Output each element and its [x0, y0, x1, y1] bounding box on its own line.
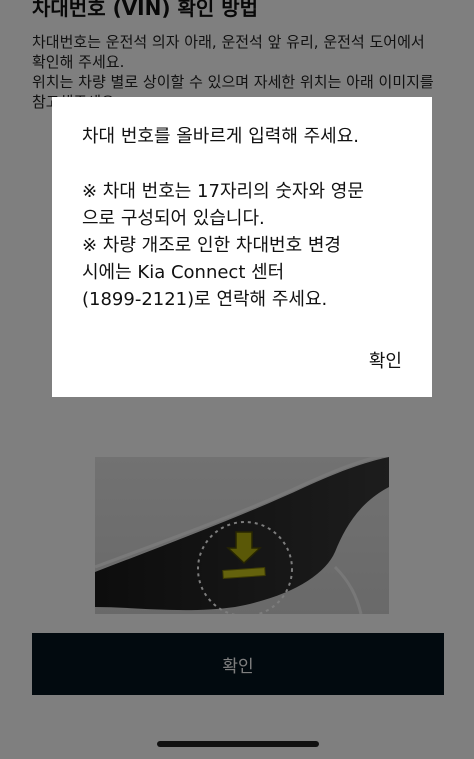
dialog-note-line: (1899-2121)로 연락해 주세요.	[82, 289, 328, 310]
alert-dialog: 차대 번호를 올바르게 입력해 주세요. ※ 차대 번호는 17자리의 숫자와 …	[52, 97, 432, 397]
dialog-note-line: ※ 차대 번호는 17자리의 숫자와 영문	[82, 181, 364, 202]
dialog-note-line: ※ 차량 개조로 인한 차대번호 변경	[82, 235, 341, 256]
dialog-notes: ※ 차대 번호는 17자리의 숫자와 영문 으로 구성되어 있습니다. ※ 차량…	[82, 178, 402, 313]
dialog-note-line: 으로 구성되어 있습니다.	[82, 208, 265, 229]
dialog-ok-button[interactable]: 확인	[361, 343, 402, 377]
dialog-note-line: 시에는 Kia Connect 센터	[82, 262, 285, 283]
dialog-message: 차대 번호를 올바르게 입력해 주세요.	[82, 126, 360, 147]
